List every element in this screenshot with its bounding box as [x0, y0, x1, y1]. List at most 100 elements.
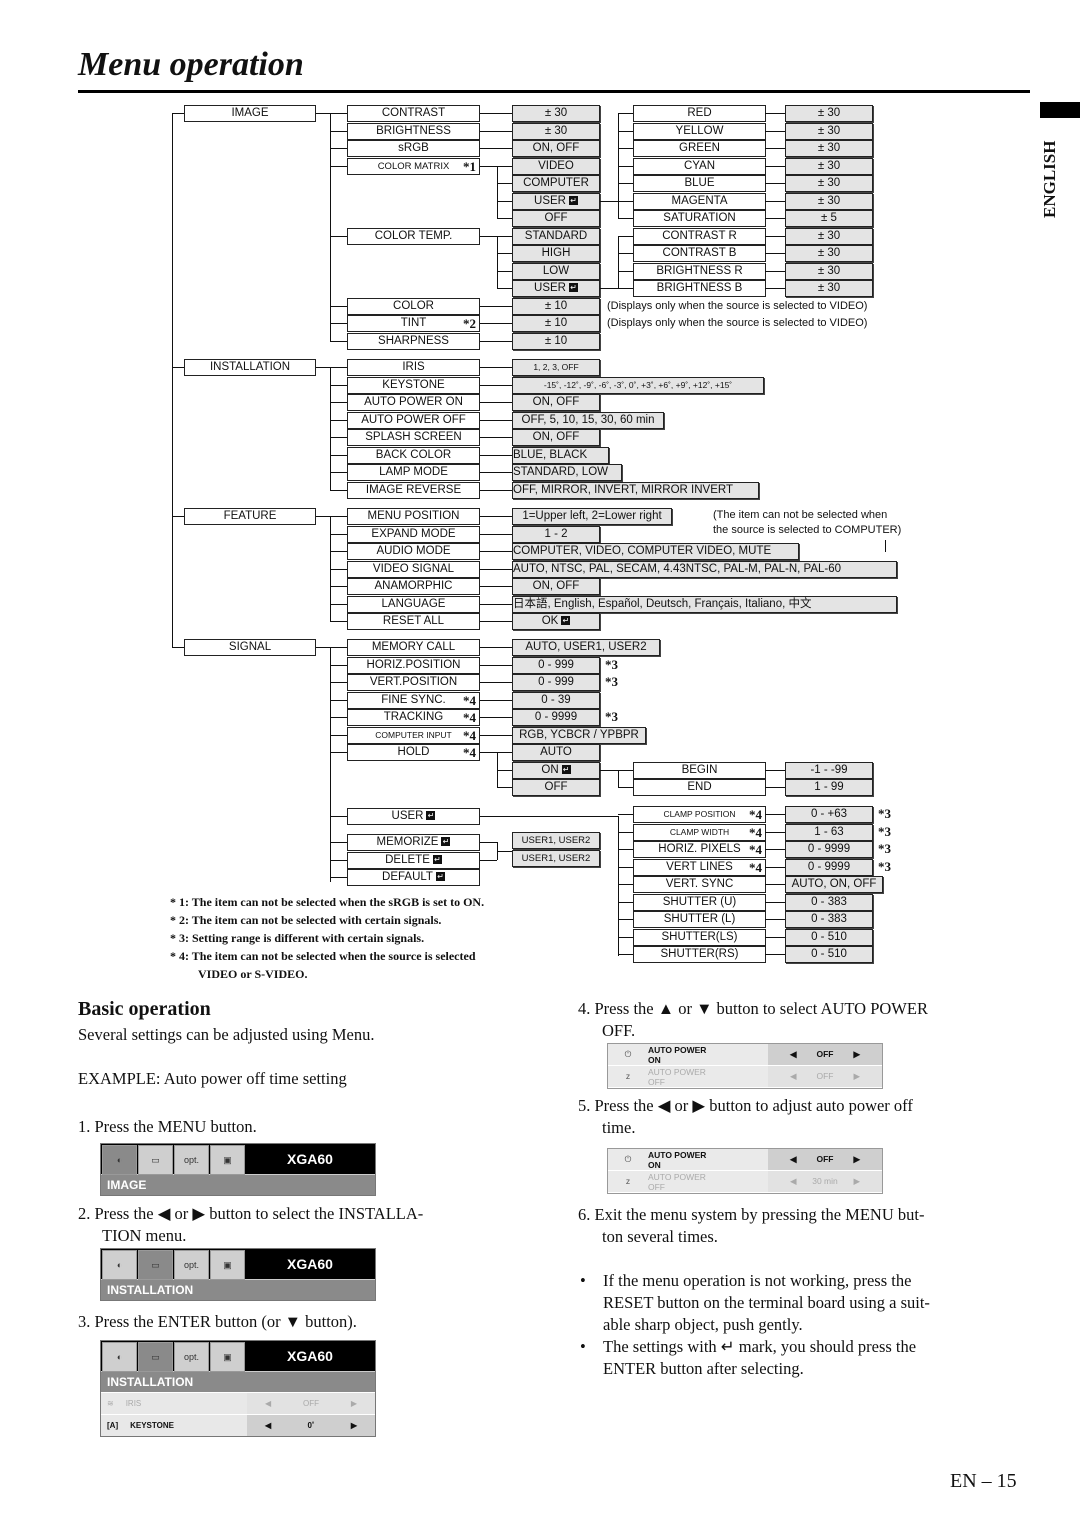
connector-line: [316, 647, 330, 648]
footnote-4-cont: VIDEO or S-VIDEO.: [198, 967, 308, 981]
submenu-item: BLUE: [633, 175, 766, 192]
footnote-mark: *4: [749, 807, 762, 822]
connector-line: [497, 200, 512, 202]
submenu-item: CONTRAST B: [633, 245, 766, 262]
option-value: 0 - 383: [785, 893, 873, 911]
step-6-cont: ton several times.: [602, 1227, 718, 1246]
connector-line: [480, 113, 512, 114]
footnote-mark: *1: [463, 158, 476, 174]
connector-line: [330, 323, 347, 324]
option-value: OFF: [512, 210, 600, 227]
keystone-icon: [A]: [107, 1421, 119, 1430]
connector-line: [618, 235, 619, 288]
connector-line: [330, 734, 347, 736]
row-label-2: OFF: [648, 1077, 665, 1087]
installation-icon: ▭: [138, 1342, 173, 1372]
footnote-mark: *3: [605, 674, 618, 689]
footnote-mark: *3: [878, 858, 891, 874]
right-arrow-icon[interactable]: ▶: [853, 1149, 860, 1170]
right-arrow-icon[interactable]: ▶: [853, 1066, 860, 1087]
menu-item: CONTRAST: [347, 105, 480, 122]
option-value: ± 30: [785, 105, 873, 122]
auto-power-off-row[interactable]: z AUTO POWER OFF ◀ OFF ▶: [608, 1066, 882, 1088]
submenu-item: VERT. SYNC: [633, 876, 766, 893]
enter-icon: ↵: [561, 616, 571, 626]
enter-icon: ↵: [441, 837, 451, 847]
connector-line: [480, 402, 512, 403]
footnote-mark: *3: [605, 709, 618, 724]
connector-line: [765, 235, 785, 237]
auto-power-on-row[interactable]: ⏻ AUTO POWER ON ◀ OFF ▶: [608, 1149, 882, 1171]
connector-line: [618, 288, 633, 289]
option-value: ± 30: [785, 157, 873, 175]
left-arrow-icon[interactable]: ◀: [790, 1066, 797, 1087]
left-arrow-icon[interactable]: ◀: [265, 1393, 271, 1414]
connector-line: [618, 884, 633, 885]
option-value: ± 30: [785, 245, 873, 262]
osd-row-iris[interactable]: ≋ IRIS ◀ OFF ▶: [101, 1392, 375, 1414]
connector-line: [765, 814, 785, 815]
connector-line: [618, 814, 633, 815]
left-arrow-icon[interactable]: ◀: [790, 1171, 797, 1192]
menu-item: VERT.POSITION: [347, 674, 480, 691]
connector-line: [480, 148, 512, 149]
signal-icon: ▣: [210, 1250, 245, 1280]
connector-line: [330, 859, 347, 861]
row-value: 30 min: [812, 1176, 838, 1186]
osd-screen-installation: ◐ ▭ opt. ▣ XGA60 INSTALLATION: [100, 1248, 376, 1301]
option-value: 1 - 2: [512, 525, 600, 543]
option-value: ON ↵: [512, 761, 600, 779]
option-value: VIDEO: [512, 157, 600, 175]
connector-line: [330, 437, 347, 438]
connector-line: [765, 130, 785, 132]
right-arrow-icon[interactable]: ▶: [351, 1393, 357, 1414]
menu-item: BACK COLOR: [347, 446, 480, 464]
option-value: BLUE, BLACK: [512, 446, 609, 464]
connector-line: [330, 516, 347, 517]
auto-power-off-row[interactable]: z AUTO POWER OFF ◀ 30 min ▶: [608, 1171, 882, 1193]
connector-line: [480, 472, 512, 473]
right-arrow-icon[interactable]: ▶: [853, 1171, 860, 1192]
bullet-2-line-2: ENTER button after selecting.: [603, 1359, 804, 1378]
connector-line: [330, 165, 347, 167]
menu-item: HOLD *4: [347, 744, 480, 761]
osd-screen-installation-items: ◐ ▭ opt. ▣ XGA60 INSTALLATION ≋ IRIS ◀ OFF…: [100, 1340, 376, 1437]
left-arrow-icon[interactable]: ◀: [790, 1044, 797, 1065]
option-value: LOW: [512, 262, 600, 280]
image-icon: ◐: [102, 1145, 137, 1175]
submenu-item: YELLOW: [633, 122, 766, 140]
option-value: USER1, USER2: [512, 832, 600, 849]
option-value: OFF, MIRROR, INVERT, MIRROR INVERT: [512, 481, 759, 499]
connector-line: [765, 849, 785, 850]
connector-line: [172, 367, 184, 368]
osd-tab-label: INSTALLATION: [101, 1371, 375, 1392]
connector-line: [330, 419, 347, 421]
left-arrow-icon[interactable]: ◀: [265, 1415, 271, 1436]
osd-model: XGA60: [287, 1256, 333, 1272]
auto-power-on-row[interactable]: ⏻ AUTO POWER ON ◀ OFF ▶: [608, 1044, 882, 1066]
row-value: OFF: [816, 1154, 834, 1164]
connector-line: [618, 954, 633, 955]
step-5: 5. Press the ◀ or ▶ button to adjust aut…: [578, 1096, 913, 1115]
feature-opt-icon: opt.: [174, 1145, 209, 1175]
footnote-2: * 2: The item can not be selected with c…: [170, 913, 442, 927]
connector-line: [765, 901, 785, 903]
right-arrow-icon[interactable]: ▶: [853, 1044, 860, 1065]
row-label: AUTO POWER: [648, 1172, 706, 1182]
submenu-item: GREEN: [633, 140, 766, 157]
submenu-item: RED: [633, 105, 766, 122]
menu-item: COLOR MATRIX *1: [347, 157, 480, 175]
option-value: OFF: [512, 779, 600, 796]
menu-item: RESET ALL: [347, 613, 480, 630]
footnote-mark: *2: [463, 316, 476, 331]
option-value: RGB, YCBCR / YPBPR: [512, 726, 646, 744]
feature-opt-icon: opt.: [174, 1250, 209, 1280]
right-arrow-icon[interactable]: ▶: [351, 1415, 357, 1436]
connector-line: [765, 936, 785, 938]
connector-line: [330, 367, 347, 368]
left-arrow-icon[interactable]: ◀: [790, 1149, 797, 1170]
connector-line: [765, 183, 785, 184]
option-value: COMPUTER, VIDEO, COMPUTER VIDEO, MUTE: [512, 543, 799, 560]
osd-row-keystone[interactable]: [A] KEYSTONE ◀ 0˚ ▶: [101, 1414, 375, 1436]
option-value: 0 - 383: [785, 911, 873, 928]
